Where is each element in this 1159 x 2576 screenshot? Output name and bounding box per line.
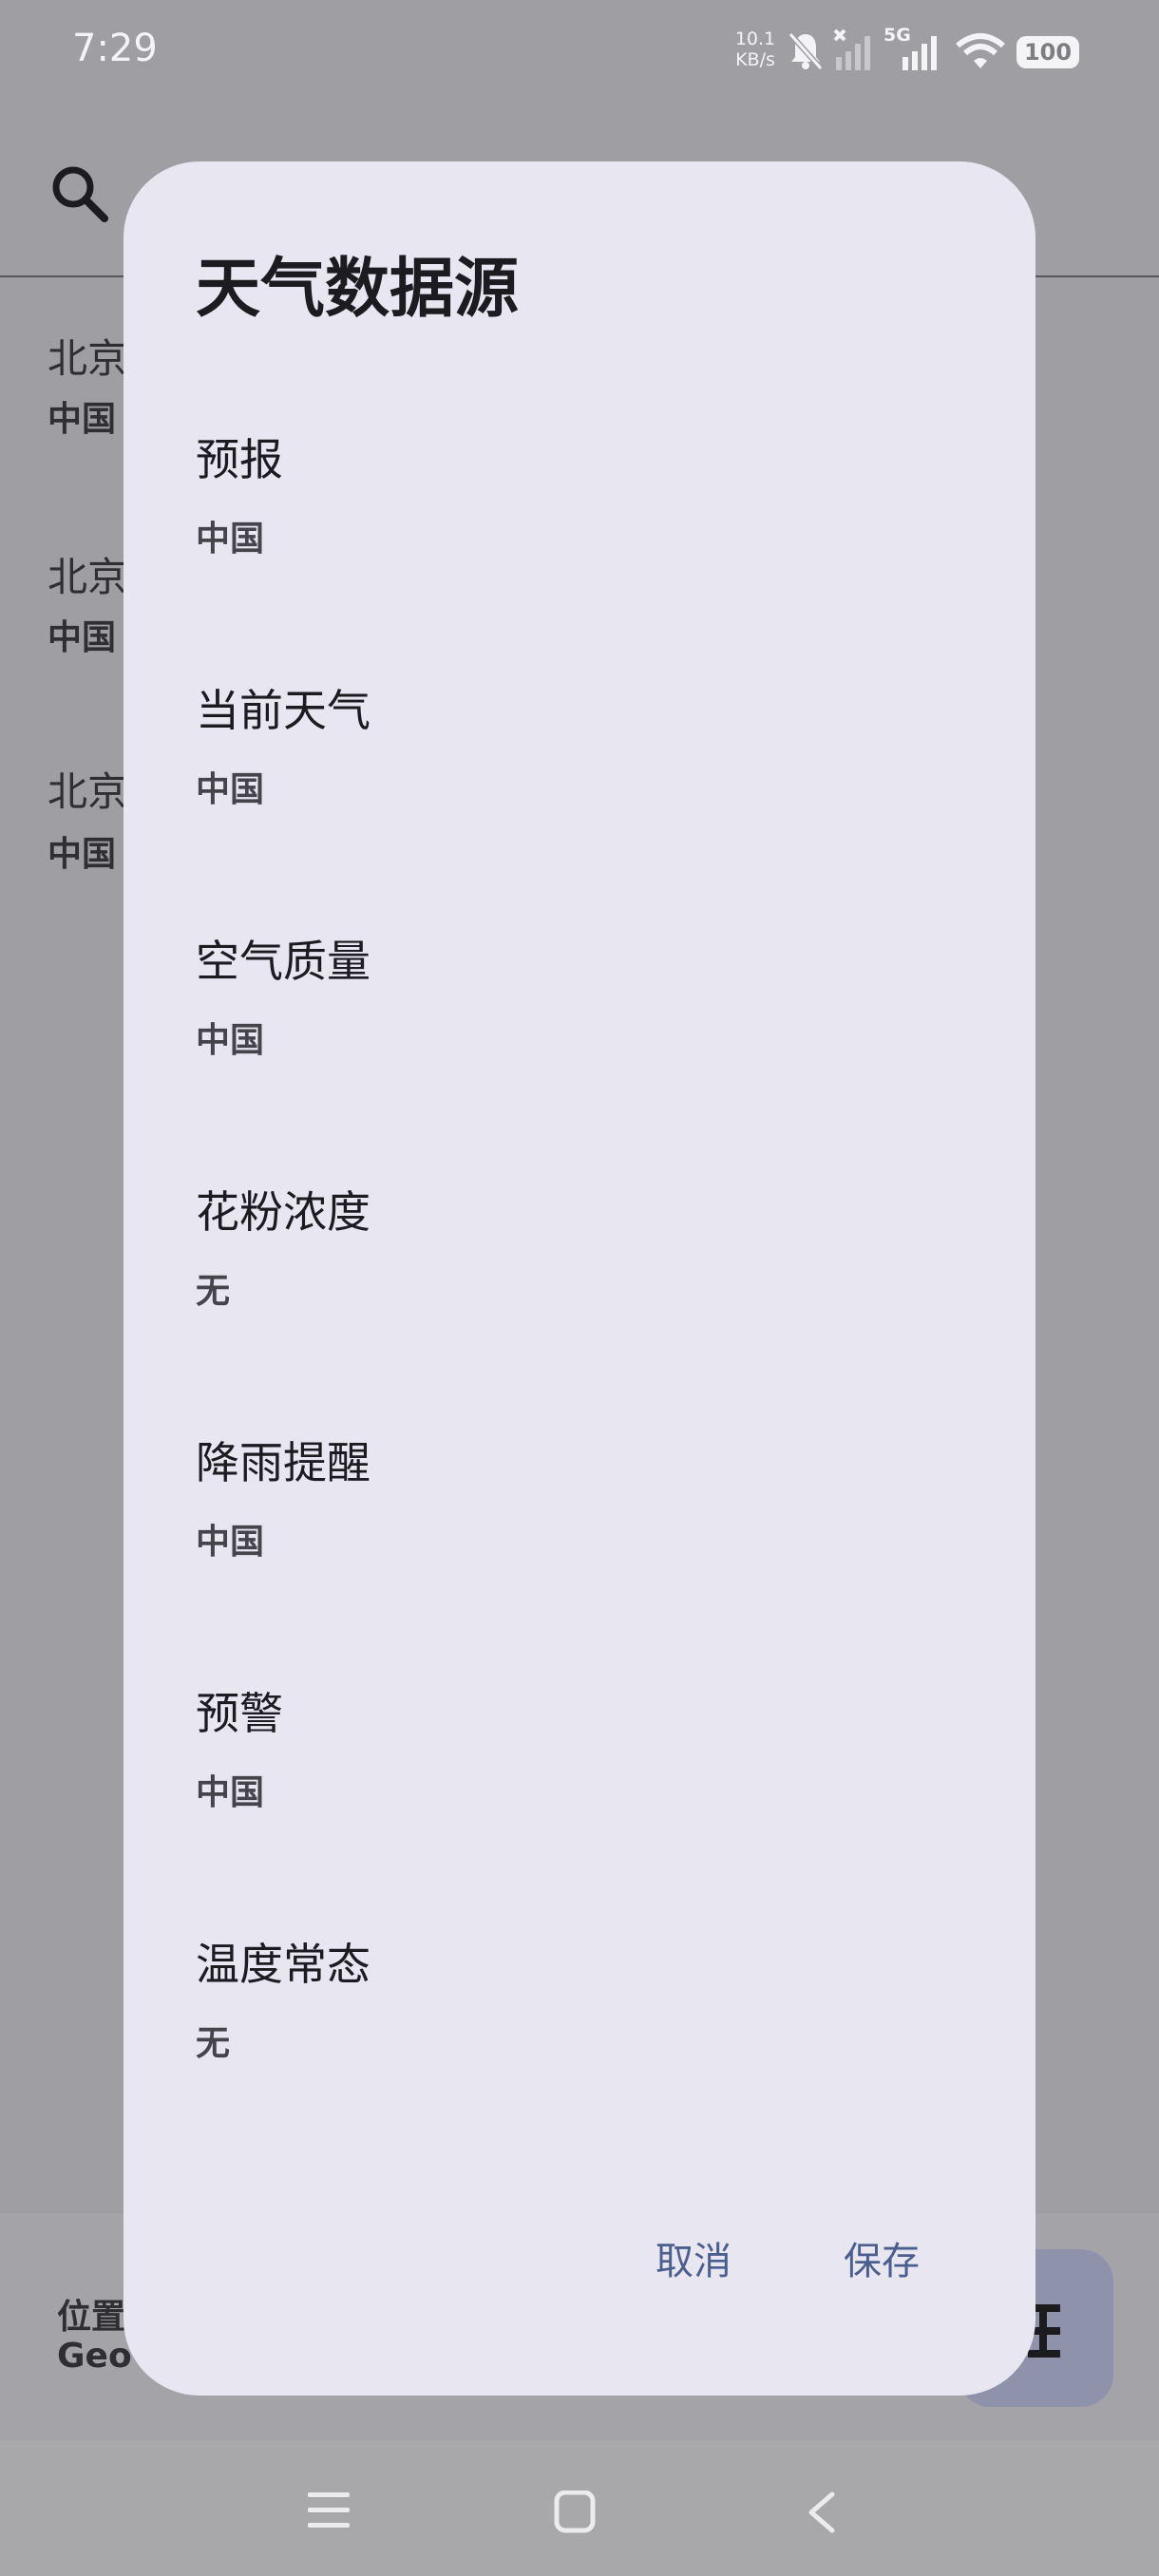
source-row-alerts[interactable]: 预警 中国 [124, 1679, 1036, 1930]
source-row-value: 无 [196, 2024, 231, 2063]
navigation-bar [0, 2441, 1159, 2576]
bg-city-country: 中国 [48, 835, 117, 874]
source-row-value: 中国 [196, 1021, 265, 1060]
source-row-label: 温度常态 [196, 1939, 370, 1990]
home-icon[interactable] [553, 2491, 597, 2534]
status-time: 7:29 [72, 27, 158, 70]
save-button[interactable]: 保存 [844, 2230, 920, 2285]
bg-location-label: 位置 [57, 2298, 126, 2337]
source-row-value: 中国 [196, 770, 265, 809]
bg-city-name[interactable]: 北京 [48, 760, 127, 818]
source-row-precipitation[interactable]: 降雨提醒 中国 [124, 1429, 1036, 1679]
network-speed-unit: KB/s [735, 49, 775, 70]
source-row-value: 无 [196, 1272, 231, 1311]
source-row-air-quality[interactable]: 空气质量 中国 [124, 927, 1036, 1178]
dialog-title: 天气数据源 [196, 252, 520, 327]
bell-muted-icon [788, 32, 824, 70]
cancel-button[interactable]: 取消 [656, 2230, 732, 2285]
bg-city-country: 中国 [48, 400, 117, 439]
bg-city-name[interactable]: 北京 [48, 545, 127, 603]
source-row-pollen[interactable]: 花粉浓度 无 [124, 1178, 1036, 1429]
source-row-value: 中国 [196, 1523, 265, 1562]
source-row-normals[interactable]: 温度常态 无 [124, 1930, 1036, 2181]
network-speed-value: 10.1 [734, 28, 776, 49]
search-icon[interactable] [49, 163, 112, 226]
bg-city-name[interactable]: 北京 [48, 327, 127, 385]
source-row-label: 预警 [196, 1688, 283, 1739]
menu-icon[interactable] [306, 2491, 352, 2530]
bg-location-value: Geo [57, 2337, 132, 2376]
wifi-icon [956, 33, 1005, 68]
source-row-label: 降雨提醒 [196, 1437, 370, 1488]
network-speed: 10.1 KB/s [732, 28, 779, 70]
battery-indicator: 100 [1016, 36, 1079, 68]
source-row-label: 空气质量 [196, 936, 370, 987]
weather-source-dialog: 天气数据源 预报 中国 当前天气 中国 空气质量 中国 花粉浓度 无 降雨提醒 … [124, 161, 1036, 2396]
bg-city-country: 中国 [48, 618, 117, 657]
signal-sim1-no-service-icon [833, 28, 870, 70]
signal-sim2-icon [902, 36, 937, 70]
source-row-forecast[interactable]: 预报 中国 [124, 426, 1036, 676]
source-row-label: 当前天气 [196, 685, 370, 736]
source-row-current[interactable]: 当前天气 中国 [124, 676, 1036, 927]
back-icon[interactable] [804, 2491, 838, 2534]
source-row-label: 预报 [196, 434, 283, 485]
source-row-value: 中国 [196, 1773, 265, 1812]
source-row-value: 中国 [196, 520, 265, 559]
source-row-label: 花粉浓度 [196, 1186, 370, 1238]
